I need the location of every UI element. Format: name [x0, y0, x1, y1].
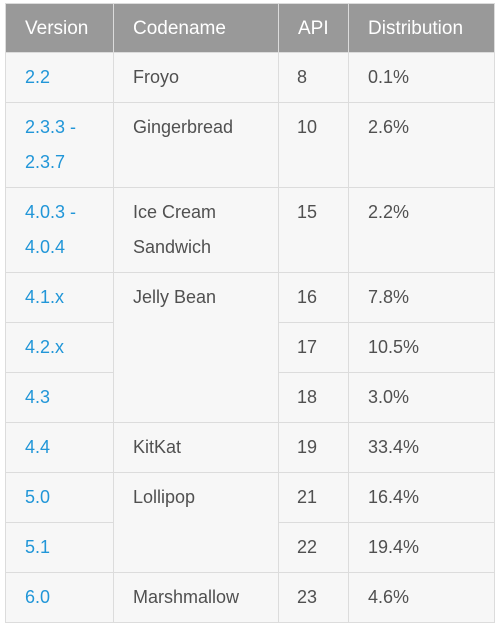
version-link[interactable]: 5.0: [5, 472, 114, 523]
distribution-cell: 16.4%: [348, 472, 495, 523]
api-cell: 8: [278, 52, 349, 103]
codename-cell: Froyo: [113, 52, 279, 103]
table-row: 4.1.x Jelly Bean 16 7.8%: [5, 272, 495, 423]
distribution-cell: 3.0%: [348, 372, 495, 423]
api-cell: 15: [278, 187, 349, 273]
table-row: 6.0 Marshmallow 23 4.6%: [5, 572, 495, 623]
distribution-cell: 2.6%: [348, 102, 495, 188]
version-link[interactable]: 2.3.3 - 2.3.7: [5, 102, 114, 188]
codename-cell: Ice Cream Sandwich: [113, 187, 279, 273]
api-cell: 19: [278, 422, 349, 473]
codename-cell: KitKat: [113, 422, 279, 473]
distribution-cell: 10.5%: [348, 322, 495, 373]
header-distribution: Distribution: [348, 3, 495, 53]
header-row: Version Codename API Distribution: [5, 3, 495, 53]
header-api: API: [278, 3, 349, 53]
table-row: 4.4 KitKat 19 33.4%: [5, 422, 495, 473]
api-cell: 10: [278, 102, 349, 188]
table-row: 2.2 Froyo 8 0.1%: [5, 52, 495, 103]
codename-cell: Gingerbread: [113, 102, 279, 188]
codename-cell: Lollipop: [113, 472, 279, 573]
version-link[interactable]: 5.1: [5, 522, 114, 573]
version-link[interactable]: 4.4: [5, 422, 114, 473]
table-row: 5.0 Lollipop 21 16.4%: [5, 472, 495, 573]
table-row: 2.3.3 - 2.3.7 Gingerbread 10 2.6%: [5, 102, 495, 188]
header-version: Version: [5, 3, 114, 53]
version-link[interactable]: 4.2.x: [5, 322, 114, 373]
distribution-cell: 7.8%: [348, 272, 495, 323]
codename-cell: Jelly Bean: [113, 272, 279, 423]
distribution-cell: 19.4%: [348, 522, 495, 573]
distribution-cell: 4.6%: [348, 572, 495, 623]
api-cell: 23: [278, 572, 349, 623]
distribution-cell: 0.1%: [348, 52, 495, 103]
api-cell: 18: [278, 372, 349, 423]
table-row: 4.0.3 - 4.0.4 Ice Cream Sandwich 15 2.2%: [5, 187, 495, 273]
distribution-cell: 33.4%: [348, 422, 495, 473]
header-codename: Codename: [113, 3, 279, 53]
api-cell: 21: [278, 472, 349, 523]
api-cell: 22: [278, 522, 349, 573]
api-cell: 16: [278, 272, 349, 323]
version-link[interactable]: 4.3: [5, 372, 114, 423]
api-cell: 17: [278, 322, 349, 373]
distribution-cell: 2.2%: [348, 187, 495, 273]
version-link[interactable]: 4.0.3 - 4.0.4: [5, 187, 114, 273]
android-distribution-table: Version Codename API Distribution 2.2 Fr…: [5, 3, 495, 623]
version-link[interactable]: 6.0: [5, 572, 114, 623]
codename-cell: Marshmallow: [113, 572, 279, 623]
version-link[interactable]: 2.2: [5, 52, 114, 103]
version-link[interactable]: 4.1.x: [5, 272, 114, 323]
